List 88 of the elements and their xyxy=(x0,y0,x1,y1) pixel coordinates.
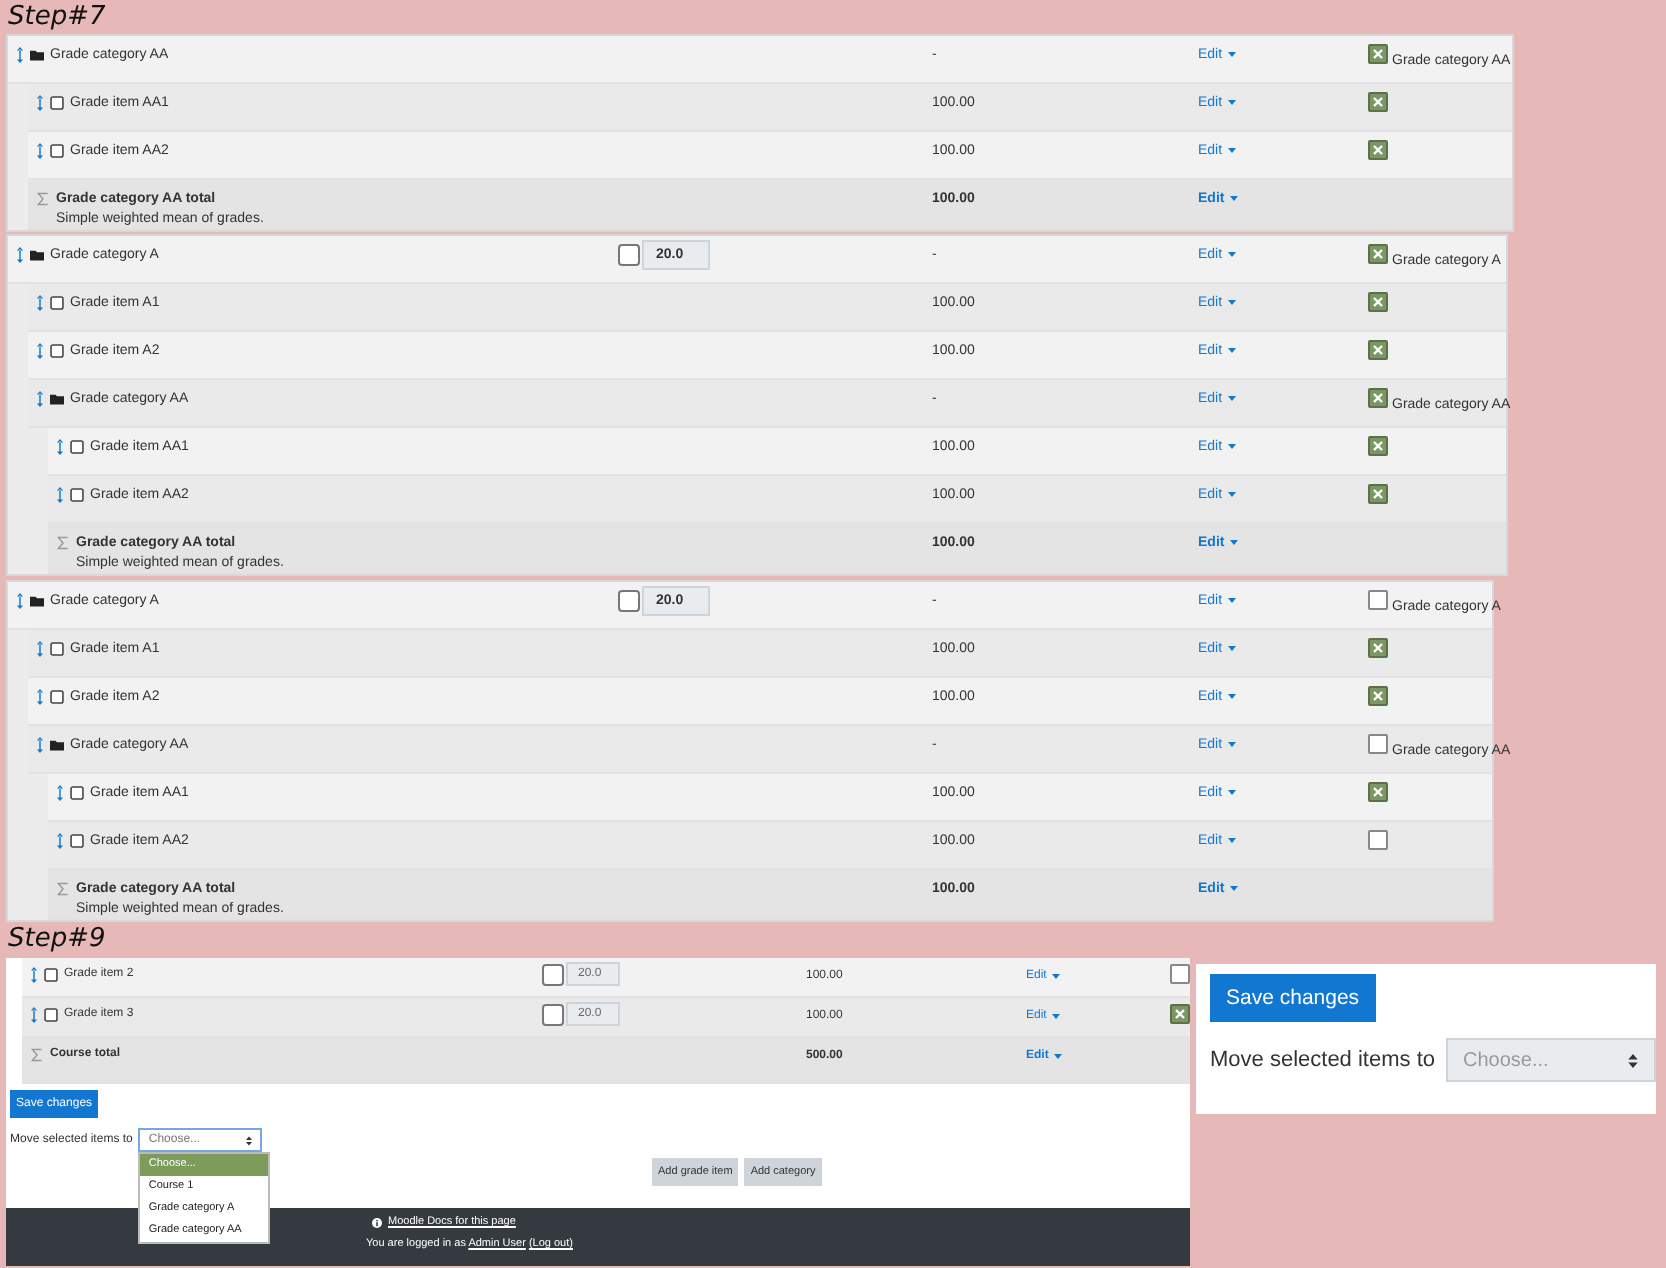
caret-icon xyxy=(1228,790,1237,796)
move-handle-icon[interactable] xyxy=(36,688,44,706)
move-handle-icon[interactable] xyxy=(36,640,44,658)
save-changes-button[interactable]: Save changes xyxy=(1210,974,1376,1022)
move-handle-icon[interactable] xyxy=(36,390,44,408)
square-icon xyxy=(50,690,64,704)
caret-icon xyxy=(1228,300,1237,306)
select-checkbox[interactable] xyxy=(1368,340,1388,360)
caret-icon xyxy=(1228,52,1237,58)
select-checkbox[interactable] xyxy=(1368,388,1388,408)
caret-icon xyxy=(1228,838,1237,844)
move-handle-icon[interactable] xyxy=(36,94,44,112)
caret-icon xyxy=(1052,1014,1061,1020)
select-checkbox[interactable] xyxy=(1368,590,1388,610)
sum-icon xyxy=(36,192,50,206)
select-checkbox[interactable] xyxy=(1368,140,1388,160)
caret-icon xyxy=(1228,100,1237,106)
select-checkbox[interactable] xyxy=(1368,782,1388,802)
select-checkbox[interactable] xyxy=(1170,1004,1190,1024)
square-icon xyxy=(70,786,84,800)
folder-icon xyxy=(30,594,44,608)
move-handle-icon[interactable] xyxy=(30,1006,38,1024)
square-icon xyxy=(70,440,84,454)
caret-icon xyxy=(1228,252,1237,258)
square-icon xyxy=(50,144,64,158)
folder-icon xyxy=(30,48,44,62)
move-label: Move selected items to xyxy=(1210,1048,1435,1072)
folder-icon xyxy=(50,392,64,406)
square-icon xyxy=(70,834,84,848)
weight-checkbox[interactable] xyxy=(542,963,564,985)
select-checkbox[interactable] xyxy=(1368,92,1388,112)
square-icon xyxy=(70,488,84,502)
caret-icon xyxy=(1228,348,1237,354)
select-checkbox[interactable] xyxy=(1368,734,1388,754)
move-handle-icon[interactable] xyxy=(36,294,44,312)
caret-icon xyxy=(1228,694,1237,700)
step-label: Step#7 xyxy=(6,0,108,34)
select-checkbox[interactable] xyxy=(1368,830,1388,850)
move-handle-icon[interactable] xyxy=(56,486,64,504)
sum-icon xyxy=(56,536,70,550)
caret-icon xyxy=(1228,396,1237,402)
move-handle-icon[interactable] xyxy=(56,784,64,802)
select-checkbox[interactable] xyxy=(1368,244,1388,264)
step-label: Step#9 xyxy=(6,922,108,958)
folder-icon xyxy=(30,248,44,262)
caret-icon xyxy=(1228,742,1237,748)
move-handle-icon[interactable] xyxy=(16,592,24,610)
square-icon xyxy=(50,344,64,358)
move-handle-icon[interactable] xyxy=(56,438,64,456)
sum-icon xyxy=(30,1048,44,1062)
weight-checkbox[interactable] xyxy=(618,590,640,612)
caret-icon xyxy=(1054,1054,1063,1060)
caret-icon xyxy=(1230,886,1239,892)
select-checkbox[interactable] xyxy=(1170,964,1190,984)
square-icon xyxy=(44,968,58,982)
select-checkbox[interactable] xyxy=(1368,436,1388,456)
move-handle-icon[interactable] xyxy=(56,832,64,850)
folder-icon xyxy=(50,738,64,752)
sort-arrows-icon xyxy=(246,1135,253,1145)
caret-icon xyxy=(1230,540,1239,546)
move-select[interactable]: Choose... xyxy=(1445,1038,1655,1082)
sort-arrows-icon xyxy=(1627,1053,1637,1067)
select-checkbox[interactable] xyxy=(1368,638,1388,658)
caret-icon xyxy=(1230,196,1239,202)
square-icon xyxy=(44,1008,58,1022)
caret-icon xyxy=(1228,444,1237,450)
select-checkbox[interactable] xyxy=(1368,44,1388,64)
caret-icon xyxy=(1052,974,1061,980)
caret-icon xyxy=(1228,148,1237,154)
caret-icon xyxy=(1228,492,1237,498)
caret-icon xyxy=(1228,598,1237,604)
move-handle-icon[interactable] xyxy=(30,966,38,984)
weight-checkbox[interactable] xyxy=(618,244,640,266)
select-checkbox[interactable] xyxy=(1368,686,1388,706)
square-icon xyxy=(50,296,64,310)
square-icon xyxy=(50,642,64,656)
caret-icon xyxy=(1228,646,1237,652)
move-handle-icon[interactable] xyxy=(36,342,44,360)
sum-icon xyxy=(56,882,70,896)
move-handle-icon[interactable] xyxy=(16,46,24,64)
info-icon xyxy=(372,1217,382,1227)
move-handle-icon[interactable] xyxy=(36,736,44,754)
move-handle-icon[interactable] xyxy=(36,142,44,160)
select-checkbox[interactable] xyxy=(1368,484,1388,504)
square-icon xyxy=(50,96,64,110)
weight-checkbox[interactable] xyxy=(542,1003,564,1025)
select-checkbox[interactable] xyxy=(1368,292,1388,312)
move-handle-icon[interactable] xyxy=(16,246,24,264)
